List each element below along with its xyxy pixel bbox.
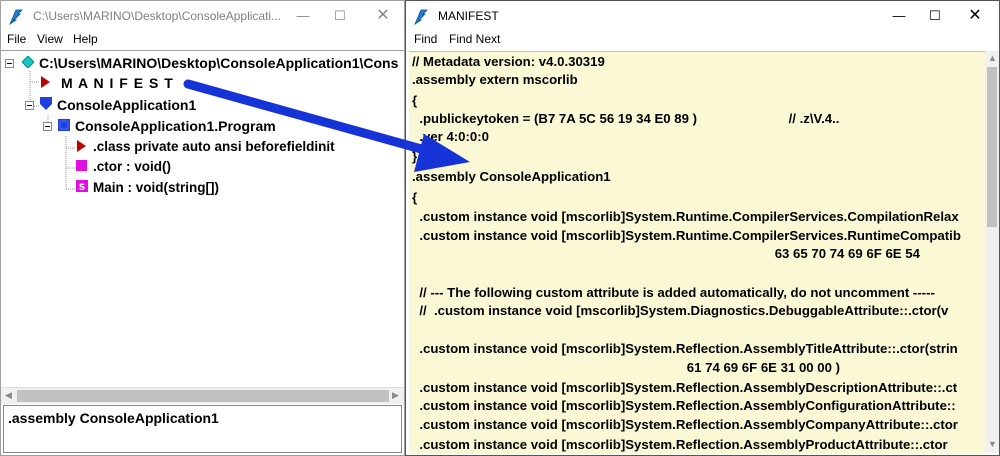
scroll-thumb[interactable] xyxy=(17,390,389,402)
ildasm-quill-icon xyxy=(9,9,23,26)
tree-root-label: C:\Users\MARINO\Desktop\ConsoleApplicati… xyxy=(39,55,399,71)
scroll-up-icon[interactable]: ▲ xyxy=(988,53,997,63)
static-method-icon: S xyxy=(76,180,88,192)
namespace-shield-icon xyxy=(40,97,52,110)
menu-file[interactable]: File xyxy=(7,32,26,46)
menu-find-next[interactable]: Find Next xyxy=(449,32,500,46)
class-decl-label: .class private auto ansi beforefieldinit xyxy=(93,139,335,154)
code-line: .assembly extern mscorlib xyxy=(412,72,578,87)
class-icon xyxy=(58,119,70,131)
method-icon xyxy=(76,160,87,171)
menu-help[interactable]: Help xyxy=(73,32,98,46)
tree-window-titlebar[interactable]: C:\Users\MARINO\Desktop\ConsoleApplicati… xyxy=(1,1,404,31)
code-line: // Metadata version: v4.0.30319 xyxy=(412,54,605,69)
code-line: 63 65 70 74 69 6F 6E 54 xyxy=(412,246,920,261)
menu-find[interactable]: Find xyxy=(414,32,437,46)
tree-window-menubar: File View Help xyxy=(1,31,404,49)
close-icon[interactable]: ✕ xyxy=(961,5,989,27)
manifest-window: MANIFEST — ☐ ✕ Find Find Next // Metadat… xyxy=(405,0,1000,456)
code-line: .custom instance void [mscorlib]System.R… xyxy=(412,209,959,224)
assembly-diamond-icon xyxy=(22,56,34,68)
maximize-icon[interactable]: ☐ xyxy=(921,5,949,27)
maximize-icon[interactable]: ☐ xyxy=(326,5,354,27)
code-line: .publickeytoken = (B7 7A 5C 56 19 34 E0 … xyxy=(412,111,840,126)
selection-info-text: .assembly ConsoleApplication1 xyxy=(8,410,219,426)
ctor-label: .ctor : void() xyxy=(93,159,171,174)
tree-horizontal-scrollbar[interactable]: ◀ ▶ xyxy=(1,387,404,404)
ildasm-quill-icon xyxy=(414,9,428,26)
code-line: 61 74 69 6F 6E 31 00 00 ) xyxy=(412,360,841,375)
minimize-icon[interactable]: — xyxy=(289,5,317,27)
tree-window-title: C:\Users\MARINO\Desktop\ConsoleApplicati… xyxy=(33,9,282,23)
namespace-label: ConsoleApplication1 xyxy=(57,97,197,113)
code-line: } xyxy=(412,149,418,164)
manifest-label: M A N I F E S T xyxy=(61,75,174,91)
scroll-left-icon[interactable]: ◀ xyxy=(5,390,12,401)
code-line: { xyxy=(412,190,418,205)
collapse-icon[interactable] xyxy=(25,101,34,110)
assembly-tree: C:\Users\MARINO\Desktop\ConsoleApplicati… xyxy=(1,50,404,388)
svg-text:S: S xyxy=(79,183,85,192)
declaration-triangle-icon xyxy=(77,140,86,152)
scroll-down-icon[interactable]: ▼ xyxy=(988,439,997,449)
main-label: Main : void(string[]) xyxy=(93,180,219,195)
collapse-icon[interactable] xyxy=(43,122,52,131)
code-line: { xyxy=(412,93,418,108)
manifest-window-titlebar[interactable]: MANIFEST — ☐ ✕ xyxy=(406,1,999,31)
menu-view[interactable]: View xyxy=(37,32,63,46)
code-line: // --- The following custom attribute is… xyxy=(412,285,935,300)
class-label: ConsoleApplication1.Program xyxy=(75,118,276,134)
code-line: .custom instance void [mscorlib]System.R… xyxy=(412,228,961,243)
minimize-icon[interactable]: — xyxy=(885,5,913,27)
code-line: .custom instance void [mscorlib]System.R… xyxy=(412,341,958,356)
manifest-code-view[interactable]: // Metadata version: v4.0.30319 .assembly… xyxy=(409,51,985,454)
code-line: .custom instance void [mscorlib]System.R… xyxy=(412,398,956,413)
scroll-thumb[interactable] xyxy=(987,67,997,227)
selection-info-panel: .assembly ConsoleApplication1 xyxy=(3,405,402,453)
code-line: .assembly ConsoleApplication1 xyxy=(412,169,611,184)
code-vertical-scrollbar[interactable]: ▲ ▼ xyxy=(985,51,999,453)
collapse-icon[interactable] xyxy=(5,59,14,68)
code-line: .custom instance void [mscorlib]System.R… xyxy=(412,380,958,395)
code-line: // .custom instance void [mscorlib]Syste… xyxy=(412,303,949,318)
manifest-triangle-icon xyxy=(41,76,50,88)
close-icon[interactable]: ✕ xyxy=(369,5,397,27)
manifest-window-menubar: Find Find Next xyxy=(406,31,999,49)
code-line: .custom instance void [mscorlib]System.R… xyxy=(412,437,948,452)
tree-window: C:\Users\MARINO\Desktop\ConsoleApplicati… xyxy=(0,0,405,456)
scroll-right-icon[interactable]: ▶ xyxy=(392,390,399,401)
code-line: .custom instance void [mscorlib]System.R… xyxy=(412,417,958,432)
code-line: .ver 4:0:0:0 xyxy=(412,129,489,144)
manifest-window-title: MANIFEST xyxy=(438,9,499,23)
